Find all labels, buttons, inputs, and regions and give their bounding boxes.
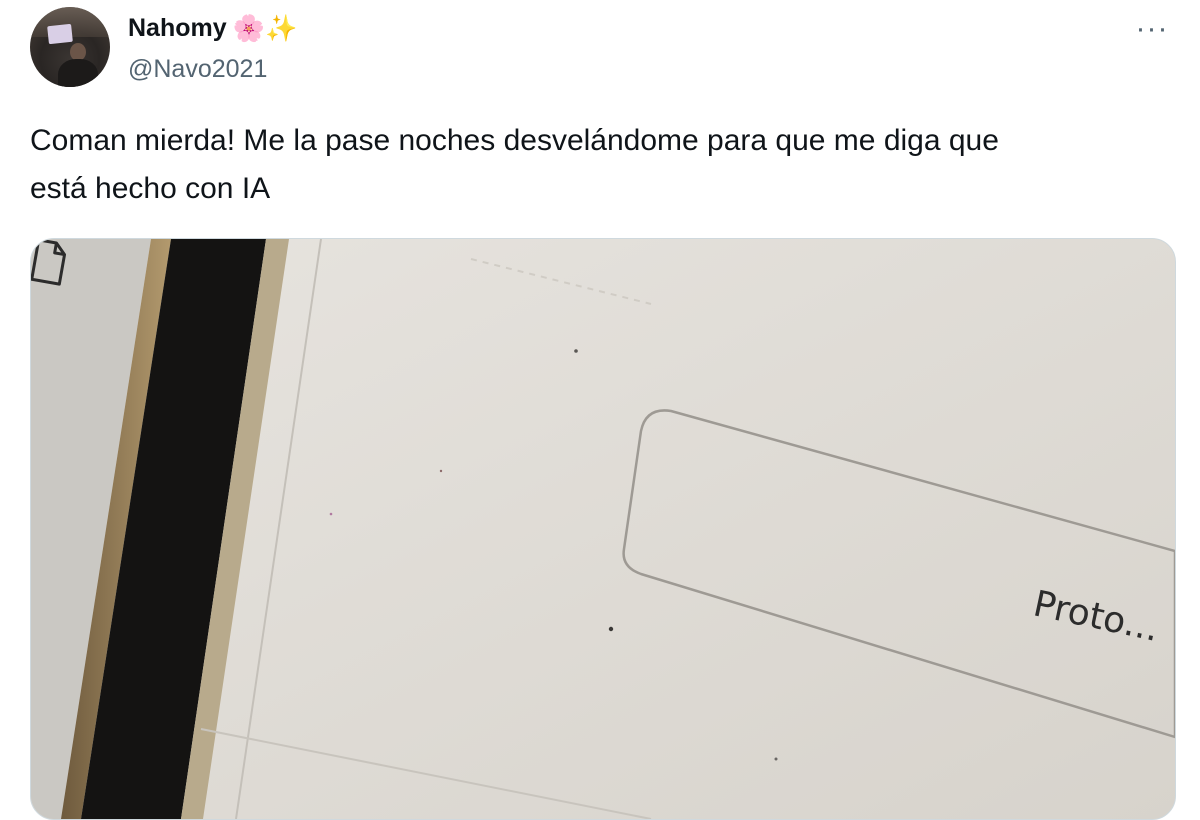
tweet-text-line: está hecho con IA bbox=[30, 172, 271, 205]
name-emojis: 🌸✨ bbox=[232, 13, 298, 43]
tweet-text-line: Coman mierda! Me la pase noches desvelán… bbox=[30, 124, 999, 157]
user-handle[interactable]: @Navo2021 bbox=[128, 53, 267, 85]
avatar[interactable] bbox=[30, 7, 110, 87]
display-name[interactable]: Nahomy bbox=[128, 12, 227, 44]
more-horizontal-icon[interactable]: ··· bbox=[1132, 14, 1172, 44]
media-photo bbox=[31, 239, 1175, 819]
avatar-sign bbox=[47, 23, 73, 45]
author-name-row[interactable]: Nahomy 🌸✨ bbox=[128, 12, 297, 44]
tweet-text: Coman mierda! Me la pase noches desvelán… bbox=[30, 117, 1170, 213]
tweet-media[interactable]: Proto... bbox=[30, 238, 1176, 820]
avatar-body bbox=[58, 59, 98, 87]
